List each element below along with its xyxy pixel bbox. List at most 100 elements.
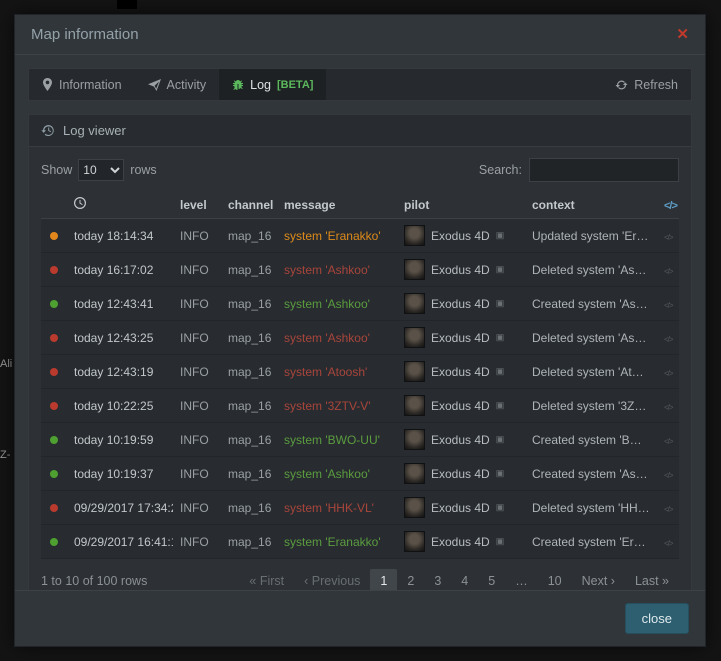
status-column-header <box>41 191 67 219</box>
log-channel: map_16 <box>221 219 277 253</box>
log-time: today 10:22:25 <box>67 389 173 423</box>
pagination-previous[interactable]: ‹ Previous <box>294 569 370 590</box>
show-label: Show <box>41 163 72 177</box>
pagination-page-5[interactable]: 5 <box>478 569 505 590</box>
beta-badge: [BETA] <box>277 79 313 91</box>
pilot-avatar <box>404 327 425 348</box>
close-button[interactable]: close <box>625 603 689 634</box>
search-input[interactable] <box>529 158 679 182</box>
pilot-avatar <box>404 361 425 382</box>
log-context: Created system 'Ashkoo' … <box>525 457 657 491</box>
dialog-header: Map information ✕ <box>15 15 705 55</box>
log-message: system '3ZTV-V' <box>277 389 397 423</box>
close-icon[interactable]: ✕ <box>676 27 689 42</box>
pagination-page-2[interactable]: 2 <box>397 569 424 590</box>
log-table-row: today 16:17:02 INFO map_16 system 'Ashko… <box>41 253 679 287</box>
row-code-icon: </> <box>664 505 673 514</box>
log-table-row: today 12:43:41 INFO map_16 system 'Ashko… <box>41 287 679 321</box>
tab-information[interactable]: Information <box>29 69 135 100</box>
log-table-row: 09/29/2017 17:34:25 INFO map_16 system '… <box>41 491 679 525</box>
log-level: INFO <box>173 321 221 355</box>
log-table-row: 09/29/2017 16:41:17 INFO map_16 system '… <box>41 525 679 559</box>
row-code-icon: </> <box>664 335 673 344</box>
tab-activity[interactable]: Activity <box>135 69 220 100</box>
pilot-info-icon: ▣ <box>496 536 505 547</box>
pagination-last[interactable]: Last » <box>625 569 679 590</box>
log-channel: map_16 <box>221 287 277 321</box>
log-message: system 'Ashkoo' <box>277 321 397 355</box>
log-context: Deleted system '3ZTV-V' #… <box>525 389 657 423</box>
pilot-info-icon: ▣ <box>496 230 505 241</box>
pilot-info-icon: ▣ <box>496 264 505 275</box>
message-column-header[interactable]: message <box>277 191 397 219</box>
code-column-header: </> <box>657 191 679 219</box>
log-context: Deleted system 'Atoosh' #… <box>525 355 657 389</box>
pagination-pages: « First ‹ Previous 12345…10Next › Last » <box>239 569 679 590</box>
log-channel: map_16 <box>221 457 277 491</box>
pilot-name: Exodus 4D <box>431 501 490 515</box>
log-viewer-header: Log viewer <box>29 115 691 147</box>
background-notch <box>117 0 137 9</box>
log-level: INFO <box>173 355 221 389</box>
log-table-head: level channel message pilot context </> <box>41 191 679 219</box>
time-column-header[interactable] <box>67 191 173 219</box>
row-code-icon: </> <box>664 539 673 548</box>
pilot-name: Exodus 4D <box>431 229 490 243</box>
log-context: Created system 'Ashkoo' … <box>525 287 657 321</box>
clock-icon <box>74 197 86 209</box>
status-dot-icon <box>50 300 58 308</box>
pilot-name: Exodus 4D <box>431 263 490 277</box>
log-channel: map_16 <box>221 253 277 287</box>
log-table: level channel message pilot context </> <box>41 191 679 559</box>
status-dot-icon <box>50 538 58 546</box>
log-table-row: today 18:14:34 INFO map_16 system 'Erana… <box>41 219 679 253</box>
log-table-row: today 10:19:59 INFO map_16 system 'BWO-U… <box>41 423 679 457</box>
tab-label: Activity <box>167 78 207 92</box>
log-context: Created system 'Eranakko… <box>525 525 657 559</box>
log-time: 09/29/2017 16:41:17 <box>67 525 173 559</box>
pilot-name: Exodus 4D <box>431 365 490 379</box>
log-level: INFO <box>173 525 221 559</box>
pagination-page-1[interactable]: 1 <box>370 569 397 590</box>
log-time: today 18:14:34 <box>67 219 173 253</box>
pagination-page-3[interactable]: 3 <box>424 569 451 590</box>
status-dot-icon <box>50 504 58 512</box>
pagination-page-4[interactable]: 4 <box>451 569 478 590</box>
pilot-avatar <box>404 463 425 484</box>
pagination-next[interactable]: Next › <box>572 569 625 590</box>
history-icon <box>41 124 55 137</box>
channel-column-header[interactable]: channel <box>221 191 277 219</box>
log-channel: map_16 <box>221 321 277 355</box>
refresh-icon <box>615 79 628 91</box>
pilot-name: Exodus 4D <box>431 399 490 413</box>
dialog-footer: close <box>15 590 705 646</box>
pagination-page-10[interactable]: 10 <box>538 569 572 590</box>
log-level: INFO <box>173 389 221 423</box>
tab-log[interactable]: Log [BETA] <box>219 69 326 100</box>
status-dot-icon <box>50 436 58 444</box>
level-column-header[interactable]: level <box>173 191 221 219</box>
context-column-header[interactable]: context <box>525 191 657 219</box>
pagination-info: 1 to 10 of 100 rows <box>41 574 147 588</box>
status-dot-icon <box>50 470 58 478</box>
page-size-group: Show 10 rows <box>41 159 157 181</box>
status-dot-icon <box>50 232 58 240</box>
pilot-avatar <box>404 531 425 552</box>
log-time: today 10:19:37 <box>67 457 173 491</box>
log-context: Deleted system 'HHK-VL' … <box>525 491 657 525</box>
rows-label: rows <box>130 163 156 177</box>
map-marker-icon <box>42 78 53 91</box>
log-message: system 'BWO-UU' <box>277 423 397 457</box>
pilot-avatar <box>404 293 425 314</box>
log-message: system 'Ashkoo' <box>277 253 397 287</box>
log-context: Deleted system 'Ashkoo' … <box>525 321 657 355</box>
page-size-select[interactable]: 10 <box>78 159 124 181</box>
pilot-avatar <box>404 259 425 280</box>
pagination-first[interactable]: « First <box>239 569 294 590</box>
dialog-title: Map information <box>31 26 139 43</box>
refresh-button[interactable]: Refresh <box>602 69 691 100</box>
log-level: INFO <box>173 253 221 287</box>
log-time: today 12:43:41 <box>67 287 173 321</box>
pilot-column-header[interactable]: pilot <box>397 191 525 219</box>
pilot-name: Exodus 4D <box>431 467 490 481</box>
